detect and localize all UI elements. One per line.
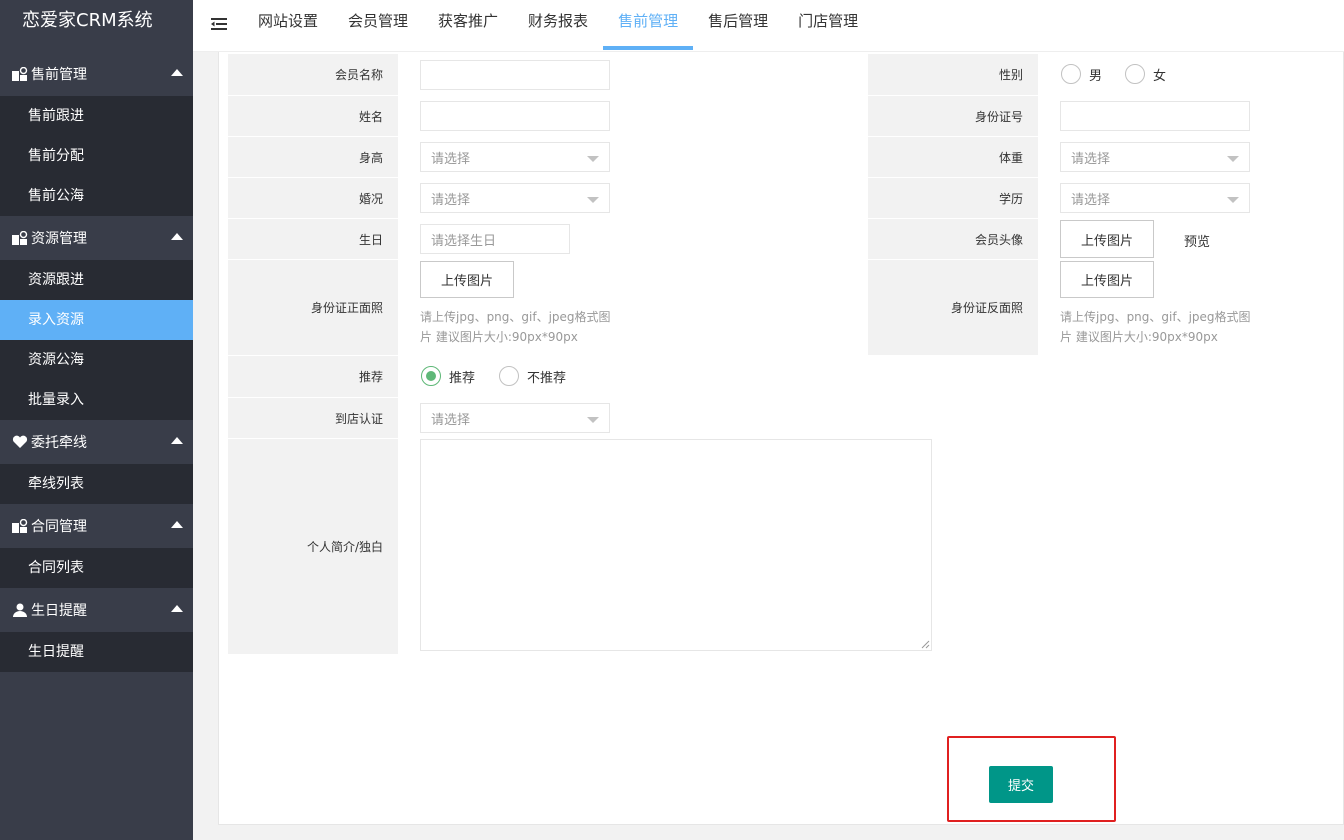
select-placeholder: 请选择	[431, 151, 471, 167]
sidebar-item-presale-followup[interactable]: 售前跟进	[0, 96, 193, 136]
select-placeholder: 请选择	[431, 412, 471, 428]
id-front-hint-line2: 片 建议图片大小:90px*90px	[420, 330, 578, 344]
radio-circle-checked	[421, 366, 441, 386]
education-label: 学历	[868, 178, 1038, 218]
nav-finance-report[interactable]: 财务报表	[513, 0, 603, 52]
sidebar-item-batch-entry[interactable]: 批量录入	[0, 380, 193, 420]
birthday-placeholder: 请选择生日	[431, 233, 497, 249]
sidebar-item-match-list[interactable]: 牵线列表	[0, 464, 193, 504]
sidebar-group-label: 合同管理	[31, 519, 87, 535]
submit-button[interactable]: 提交	[989, 766, 1053, 803]
avatar-preview-link[interactable]: 预览	[1184, 231, 1210, 250]
caret-up-icon	[171, 233, 183, 240]
gender-radio-male[interactable]: 男	[1061, 64, 1102, 84]
top-nav-bar: 网站设置 会员管理 获客推广 财务报表 售前管理 售后管理 门店管理	[193, 0, 1344, 52]
radio-label: 推荐	[449, 370, 476, 386]
name-label: 姓名	[228, 96, 398, 136]
sidebar-group-label: 生日提醒	[31, 603, 87, 619]
radio-circle	[1125, 64, 1145, 84]
height-label: 身高	[228, 137, 398, 177]
weight-select[interactable]: 请选择	[1060, 142, 1250, 172]
heart-icon	[12, 434, 28, 450]
bio-label: 个人简介/独白	[228, 439, 398, 654]
sidebar-group-resource[interactable]: 资源管理	[0, 216, 193, 260]
radio-circle	[499, 366, 519, 386]
app-title: 恋爱家CRM系统	[0, 0, 193, 52]
nav-member-management[interactable]: 会员管理	[333, 0, 423, 52]
sidebar-group-matchmaking[interactable]: 委托牵线	[0, 420, 193, 464]
id-back-hint-line1: 请上传jpg、png、gif、jpeg格式图	[1060, 310, 1251, 324]
height-select[interactable]: 请选择	[420, 142, 610, 172]
caret-up-icon	[171, 437, 183, 444]
gender-radio-female[interactable]: 女	[1125, 64, 1166, 84]
radio-label: 不推荐	[527, 370, 567, 386]
collapse-menu-icon[interactable]	[209, 14, 229, 34]
sidebar-item-presale-assign[interactable]: 售前分配	[0, 136, 193, 176]
sidebar-group-label: 售前管理	[31, 67, 87, 83]
member-name-label: 会员名称	[228, 54, 398, 95]
sidebar-item-resource-followup[interactable]: 资源跟进	[0, 260, 193, 300]
recommend-label: 推荐	[228, 356, 398, 397]
sidebar-item-presale-pool[interactable]: 售前公海	[0, 176, 193, 216]
id-back-label: 身份证反面照	[868, 260, 1038, 355]
modules-icon	[12, 230, 28, 246]
bio-textarea[interactable]	[420, 439, 932, 651]
nav-store-management[interactable]: 门店管理	[783, 0, 873, 52]
resize-handle-icon[interactable]	[921, 640, 930, 649]
caret-up-icon	[171, 521, 183, 528]
education-select[interactable]: 请选择	[1060, 183, 1250, 213]
avatar-label: 会员头像	[868, 219, 1038, 259]
sidebar-group-label: 资源管理	[31, 231, 87, 247]
sidebar: 恋爱家CRM系统 售前管理 售前跟进 售前分配 售前公海 资源管理 资源跟进 录…	[0, 0, 193, 840]
nav-presale-management[interactable]: 售前管理	[603, 0, 694, 52]
id-front-hint-line1: 请上传jpg、png、gif、jpeg格式图	[420, 310, 611, 324]
member-name-input[interactable]	[420, 60, 610, 90]
nav-acquisition[interactable]: 获客推广	[423, 0, 513, 52]
marital-select[interactable]: 请选择	[420, 183, 610, 213]
gender-label: 性别	[868, 54, 1038, 95]
user-icon	[12, 602, 28, 618]
id-front-label: 身份证正面照	[228, 260, 398, 355]
birthday-label: 生日	[228, 219, 398, 259]
sidebar-group-presale[interactable]: 售前管理	[0, 52, 193, 96]
name-input[interactable]	[420, 101, 610, 131]
sidebar-group-birthday[interactable]: 生日提醒	[0, 588, 193, 632]
id-number-label: 身份证号	[868, 96, 1038, 136]
radio-label: 女	[1153, 68, 1167, 84]
id-back-hint-line2: 片 建议图片大小:90px*90px	[1060, 330, 1218, 344]
store-verify-select[interactable]: 请选择	[420, 403, 610, 433]
recommend-radio-no[interactable]: 不推荐	[499, 366, 566, 386]
id-number-input[interactable]	[1060, 101, 1250, 131]
modules-icon	[12, 66, 28, 82]
select-placeholder: 请选择	[1071, 151, 1111, 167]
caret-up-icon	[171, 605, 183, 612]
sidebar-group-label: 委托牵线	[31, 435, 87, 451]
weight-label: 体重	[868, 137, 1038, 177]
store-verify-label: 到店认证	[228, 398, 398, 438]
select-placeholder: 请选择	[431, 192, 471, 208]
sidebar-group-contract[interactable]: 合同管理	[0, 504, 193, 548]
radio-label: 男	[1089, 68, 1103, 84]
id-back-upload-button[interactable]: 上传图片	[1060, 261, 1154, 298]
modules-icon	[12, 518, 28, 534]
radio-circle	[1061, 64, 1081, 84]
nav-site-settings[interactable]: 网站设置	[243, 0, 333, 52]
sidebar-item-resource-pool[interactable]: 资源公海	[0, 340, 193, 380]
birthday-input[interactable]: 请选择生日	[420, 224, 570, 254]
sidebar-item-birthday-reminder[interactable]: 生日提醒	[0, 632, 193, 672]
sidebar-item-resource-entry[interactable]: 录入资源	[0, 300, 193, 340]
sidebar-item-contract-list[interactable]: 合同列表	[0, 548, 193, 588]
caret-up-icon	[171, 69, 183, 76]
nav-aftersale-management[interactable]: 售后管理	[693, 0, 783, 52]
recommend-radio-yes[interactable]: 推荐	[421, 366, 475, 386]
marital-label: 婚况	[228, 178, 398, 218]
id-front-upload-button[interactable]: 上传图片	[420, 261, 514, 298]
avatar-upload-button[interactable]: 上传图片	[1060, 220, 1154, 258]
select-placeholder: 请选择	[1071, 192, 1111, 208]
